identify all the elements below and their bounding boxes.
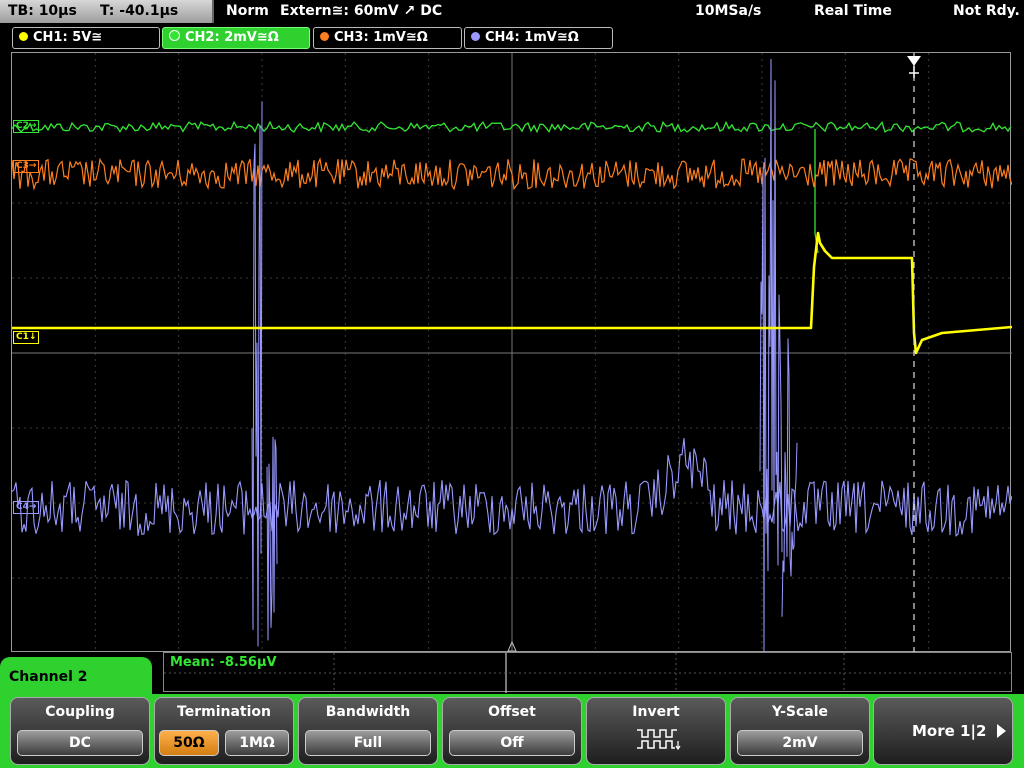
sample-rate: 10MSa/s: [695, 3, 762, 19]
ch2-ground-marker[interactable]: C2→: [13, 120, 40, 133]
waveform-canvas: [12, 53, 1012, 653]
tab-ch3[interactable]: CH3: 1mV≅Ω: [313, 27, 462, 49]
trigger-mode[interactable]: Norm: [226, 0, 269, 23]
next-page-icon: [997, 724, 1006, 738]
offset-softkey[interactable]: Offset Off: [442, 697, 582, 765]
yscale-label: Y-Scale: [771, 704, 828, 720]
ch2-color-dot: [169, 30, 180, 41]
coupling-label: Coupling: [45, 704, 115, 720]
trigger-time-label: T: -40.1µs: [100, 3, 179, 19]
ch3-color-dot: [320, 32, 329, 41]
tab-ch4[interactable]: CH4: 1mV≅Ω: [464, 27, 613, 49]
yscale-softkey[interactable]: Y-Scale 2mV: [730, 697, 870, 765]
tab-ch2[interactable]: CH2: 2mV≅Ω: [162, 27, 310, 49]
ch4-spike: [251, 101, 263, 647]
measurement-panel: Mean: -8.56µV: [163, 652, 1013, 693]
trigger-position-icon: [907, 56, 921, 66]
offset-label: Offset: [488, 704, 536, 720]
menu-title: Channel 2: [0, 657, 152, 697]
timebase-label: TB: 10µs: [8, 3, 77, 19]
bandwidth-softkey[interactable]: Bandwidth Full: [298, 697, 438, 765]
invert-softkey[interactable]: Invert: [586, 697, 726, 765]
trigger-status: Not Rdy.: [953, 3, 1020, 19]
bandwidth-label: Bandwidth: [325, 704, 411, 720]
waveform-display[interactable]: C2→ C3→ C1↓ C4→: [11, 52, 1012, 653]
more-softkey[interactable]: More 1|2: [873, 697, 1013, 765]
coupling-softkey[interactable]: Coupling DC: [10, 697, 150, 765]
termination-50ohm-option[interactable]: 50Ω: [159, 730, 219, 756]
tab-ch1-label: CH1: 5V≅: [33, 30, 103, 45]
ch4-spike: [781, 338, 798, 617]
invert-label: Invert: [632, 704, 680, 720]
ch4-color-dot: [471, 32, 480, 41]
invert-waveform-icon: [637, 729, 681, 750]
ch1-ground-marker[interactable]: C1↓: [13, 331, 40, 344]
status-bar: TB: 10µs T: -40.1µs Norm Extern≅: 60mV ↗…: [0, 0, 1024, 24]
measurement-mean: Mean: -8.56µV: [170, 655, 277, 670]
tab-ch2-label: CH2: 2mV≅Ω: [185, 30, 279, 45]
trigger-t-marker: [909, 66, 919, 78]
coupling-value[interactable]: DC: [17, 730, 143, 756]
tab-ch1[interactable]: CH1: 5V≅: [12, 27, 160, 49]
termination-label: Termination: [177, 704, 271, 720]
ch3-ground-marker[interactable]: C3→: [13, 160, 40, 173]
tab-ch4-label: CH4: 1mV≅Ω: [485, 30, 579, 45]
ch4-spike: [759, 58, 783, 653]
bandwidth-value[interactable]: Full: [305, 730, 431, 756]
termination-1mohm-option[interactable]: 1MΩ: [225, 730, 289, 756]
ch1-color-dot: [19, 32, 28, 41]
yscale-value[interactable]: 2mV: [737, 730, 863, 756]
more-label: More 1|2: [912, 722, 987, 740]
acquisition-mode[interactable]: Real Time: [814, 0, 892, 23]
ch4-ground-marker[interactable]: C4→: [13, 501, 40, 514]
trigger-source[interactable]: Extern≅: 60mV ↗ DC: [280, 0, 442, 23]
ch4-spike: [266, 436, 278, 641]
termination-softkey[interactable]: Termination 50Ω 1MΩ: [154, 697, 294, 765]
offset-value[interactable]: Off: [449, 730, 575, 756]
tab-ch3-label: CH3: 1mV≅Ω: [334, 30, 428, 45]
timebase-box[interactable]: TB: 10µs T: -40.1µs: [0, 0, 214, 23]
